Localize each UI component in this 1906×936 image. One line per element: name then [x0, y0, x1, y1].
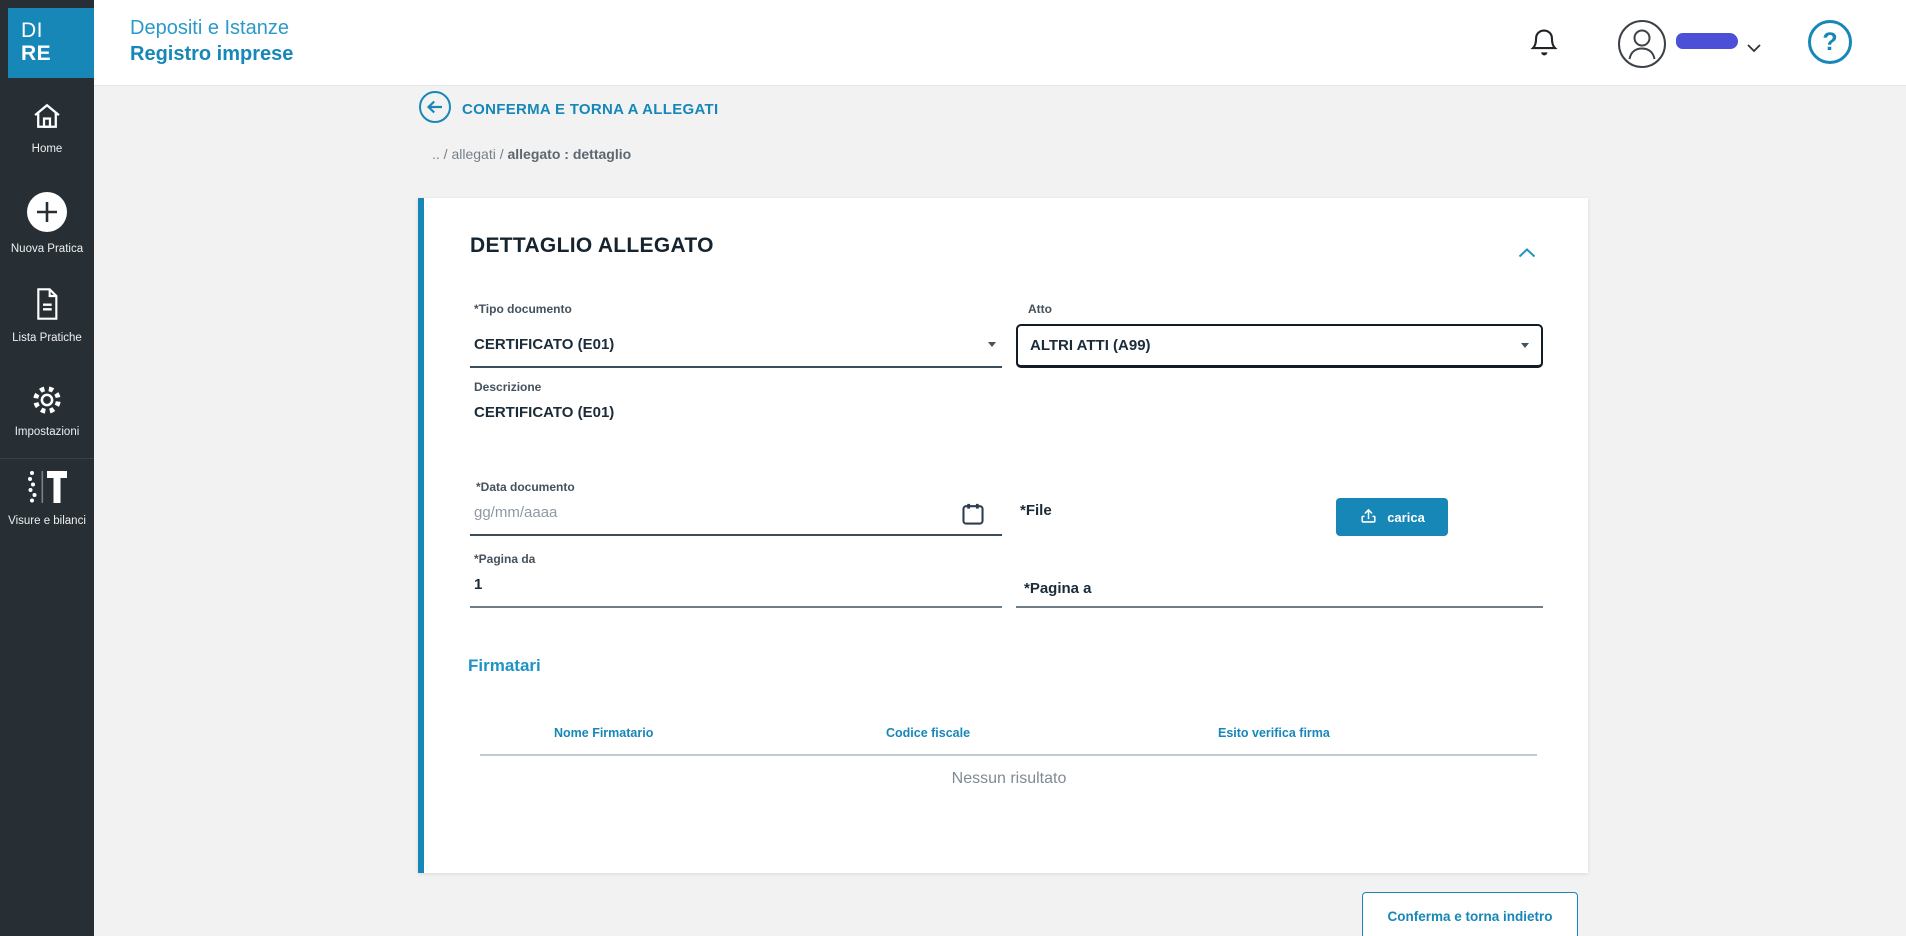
app-title-line2: Registro imprese [130, 41, 293, 67]
app-logo: DI RE [8, 8, 94, 78]
app-title: Depositi e Istanze Registro imprese [130, 15, 293, 67]
breadcrumb-path[interactable]: .. / allegati / [432, 146, 507, 162]
atto-value: ALTRI ATTI (A99) [1030, 337, 1151, 354]
column-header-esito-verifica-firma: Esito verifica firma [1218, 726, 1330, 740]
document-icon [0, 285, 94, 326]
sidebar-item-label: Impostazioni [15, 426, 80, 438]
collapse-card-button[interactable] [1518, 246, 1536, 261]
chevron-up-icon [1518, 246, 1536, 261]
descrizione-label: Descrizione [474, 380, 541, 394]
upload-file-button[interactable]: carica [1336, 498, 1448, 536]
pagina-da-field [470, 564, 1002, 608]
table-empty-message: Nessun risultato [424, 770, 1594, 788]
breadcrumb-current: allegato : dettaglio [507, 146, 631, 162]
notifications-button[interactable] [1522, 22, 1566, 66]
file-label: *File [1020, 502, 1052, 519]
sidebar-item-visure-e-bilanci[interactable]: Visure e bilanci [0, 468, 94, 527]
card-title: DETTAGLIO ALLEGATO [470, 234, 714, 258]
sidebar: DI RE Home Nuova Pratica [0, 0, 94, 936]
gear-icon [0, 383, 94, 420]
tipo-documento-label: *Tipo documento [474, 302, 572, 316]
atto-select[interactable]: ALTRI ATTI (A99) [1016, 324, 1543, 368]
app-title-line1: Depositi e Istanze [130, 15, 293, 41]
firmatari-section-title: Firmatari [468, 656, 541, 676]
atto-label: Atto [1028, 302, 1052, 316]
upload-button-label: carica [1387, 510, 1425, 525]
arrow-left-circle-icon [418, 90, 452, 129]
sidebar-item-label: Visure e bilanci [8, 515, 86, 527]
sidebar-item-impostazioni[interactable]: Impostazioni [0, 383, 94, 438]
visure-telemaco-icon [0, 468, 94, 509]
back-button[interactable]: CONFERMA E TORNA A ALLEGATI [418, 90, 718, 129]
sidebar-item-label: Nuova Pratica [11, 243, 83, 255]
top-header: Depositi e Istanze Registro imprese ? [0, 0, 1906, 86]
sidebar-item-lista-pratiche[interactable]: Lista Pratiche [0, 285, 94, 344]
data-documento-field [470, 492, 1002, 536]
home-icon [0, 98, 94, 137]
sidebar-item-label: Lista Pratiche [12, 332, 82, 344]
column-header-nome-firmatario: Nome Firmatario [554, 726, 653, 740]
plus-circle-icon [0, 190, 94, 237]
app-logo-line2: RE [21, 42, 94, 65]
pagina-a-field[interactable]: *Pagina a [1016, 564, 1543, 608]
conferma-e-torna-indietro-button[interactable]: Conferma e torna indietro [1362, 892, 1578, 936]
user-name-redacted[interactable] [1676, 33, 1738, 49]
dropdown-caret-icon [1521, 343, 1529, 348]
app-logo-line1: DI [21, 19, 94, 42]
help-button[interactable]: ? [1808, 20, 1852, 64]
user-icon [1616, 57, 1668, 74]
breadcrumb: .. / allegati / allegato : dettaglio [432, 146, 631, 162]
pagina-da-input[interactable] [470, 564, 970, 604]
upload-icon [1359, 507, 1378, 528]
sidebar-item-home[interactable]: Home [0, 98, 94, 155]
tipo-documento-value: CERTIFICATO (E01) [474, 336, 614, 353]
dettaglio-allegato-card: DETTAGLIO ALLEGATO *Tipo documento CERTI… [418, 198, 1588, 873]
pagina-a-label: *Pagina a [1024, 580, 1092, 597]
table-header-divider [480, 754, 1537, 756]
question-mark-icon: ? [1822, 28, 1837, 57]
descrizione-value: CERTIFICATO (E01) [474, 404, 614, 421]
user-avatar[interactable] [1616, 18, 1668, 70]
back-button-label: CONFERMA E TORNA A ALLEGATI [462, 101, 718, 118]
tipo-documento-select[interactable]: CERTIFICATO (E01) [470, 322, 1002, 368]
bell-icon [1527, 49, 1561, 64]
dropdown-caret-icon [988, 342, 996, 347]
data-documento-input[interactable] [470, 492, 940, 532]
sidebar-item-nuova-pratica[interactable]: Nuova Pratica [0, 190, 94, 255]
sidebar-divider [0, 458, 94, 459]
calendar-icon[interactable] [960, 501, 986, 532]
chevron-down-icon[interactable] [1746, 40, 1762, 58]
column-header-codice-fiscale: Codice fiscale [886, 726, 970, 740]
sidebar-item-label: Home [32, 143, 63, 155]
